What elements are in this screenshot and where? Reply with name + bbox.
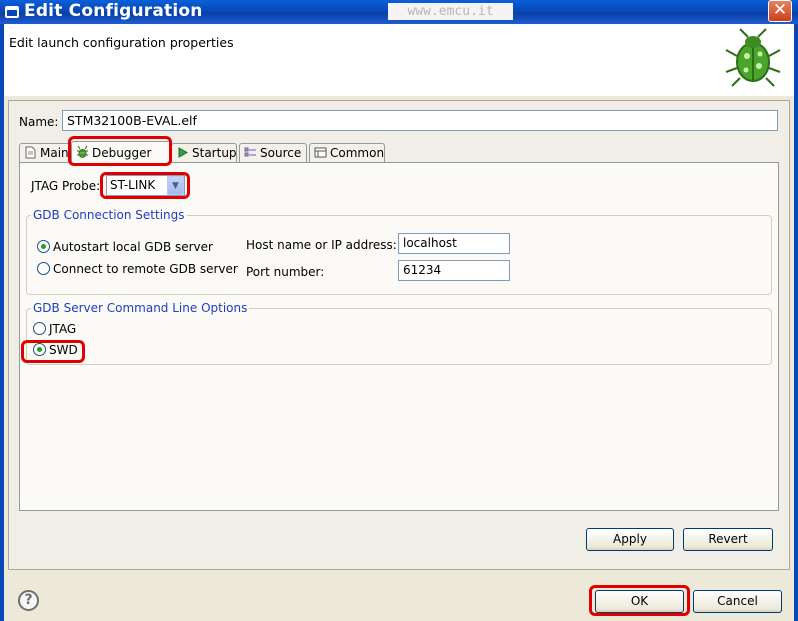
debugger-tab-highlight: [68, 136, 172, 166]
tab-label: Common: [330, 146, 385, 160]
jtag-label: JTAG: [49, 322, 77, 336]
jtag-radio[interactable]: JTAG: [33, 322, 76, 336]
gdb-server-options-title: GDB Server Command Line Options: [31, 301, 250, 315]
host-label: Host name or IP address:: [246, 238, 397, 252]
jtag-probe-label: JTAG Probe:: [31, 179, 101, 193]
dialog-banner: Edit launch configuration properties: [0, 24, 798, 96]
radio-selected-icon: [37, 240, 50, 253]
name-label: Name:: [19, 115, 59, 129]
gdb-connection-group: [26, 215, 772, 295]
port-label: Port number:: [246, 265, 325, 279]
tab-common[interactable]: Common: [309, 143, 385, 162]
source-icon: [244, 147, 256, 157]
play-icon: [178, 147, 189, 158]
gdb-server-options-group: [26, 308, 772, 365]
port-input[interactable]: 61234: [398, 260, 510, 281]
window-title: Edit Configuration: [24, 1, 203, 21]
autostart-radio[interactable]: Autostart local GDB server: [37, 240, 213, 254]
cancel-button[interactable]: Cancel: [693, 590, 782, 613]
window-border-left: [0, 96, 4, 621]
apply-button[interactable]: Apply: [586, 528, 674, 551]
radio-unselected-icon: [37, 262, 50, 275]
title-bar[interactable]: Edit Configuration www.emcu.it ✕: [0, 0, 798, 24]
revert-button[interactable]: Revert: [683, 528, 773, 551]
window-border-right: [794, 96, 798, 621]
jtag-probe-highlight: [100, 172, 190, 199]
name-field[interactable]: STM32100B-EVAL.elf: [62, 110, 778, 131]
window-menu-icon[interactable]: [4, 4, 20, 20]
close-button[interactable]: ✕: [768, 0, 792, 22]
document-icon: [25, 146, 36, 159]
remote-label: Connect to remote GDB server: [53, 262, 238, 276]
dialog-heading: Edit launch configuration properties: [9, 35, 234, 50]
tab-main[interactable]: Main: [19, 143, 71, 162]
tab-startup[interactable]: Startup: [171, 143, 237, 162]
tab-label: Source: [260, 146, 302, 160]
tab-label: Startup: [192, 146, 237, 160]
autostart-label: Autostart local GDB server: [53, 240, 213, 254]
remote-radio[interactable]: Connect to remote GDB server: [37, 262, 238, 276]
tab-label: Main: [40, 146, 69, 160]
tab-source[interactable]: Source: [239, 143, 307, 162]
common-icon: [314, 147, 327, 158]
gdb-connection-title: GDB Connection Settings: [31, 208, 187, 222]
swd-highlight: [21, 340, 85, 363]
host-input[interactable]: localhost: [398, 233, 510, 254]
radio-unselected-icon: [33, 322, 46, 335]
help-icon[interactable]: ?: [18, 590, 39, 611]
watermark: www.emcu.it: [388, 3, 513, 20]
ok-button-highlight: [589, 585, 690, 616]
bug-icon: [725, 28, 781, 87]
